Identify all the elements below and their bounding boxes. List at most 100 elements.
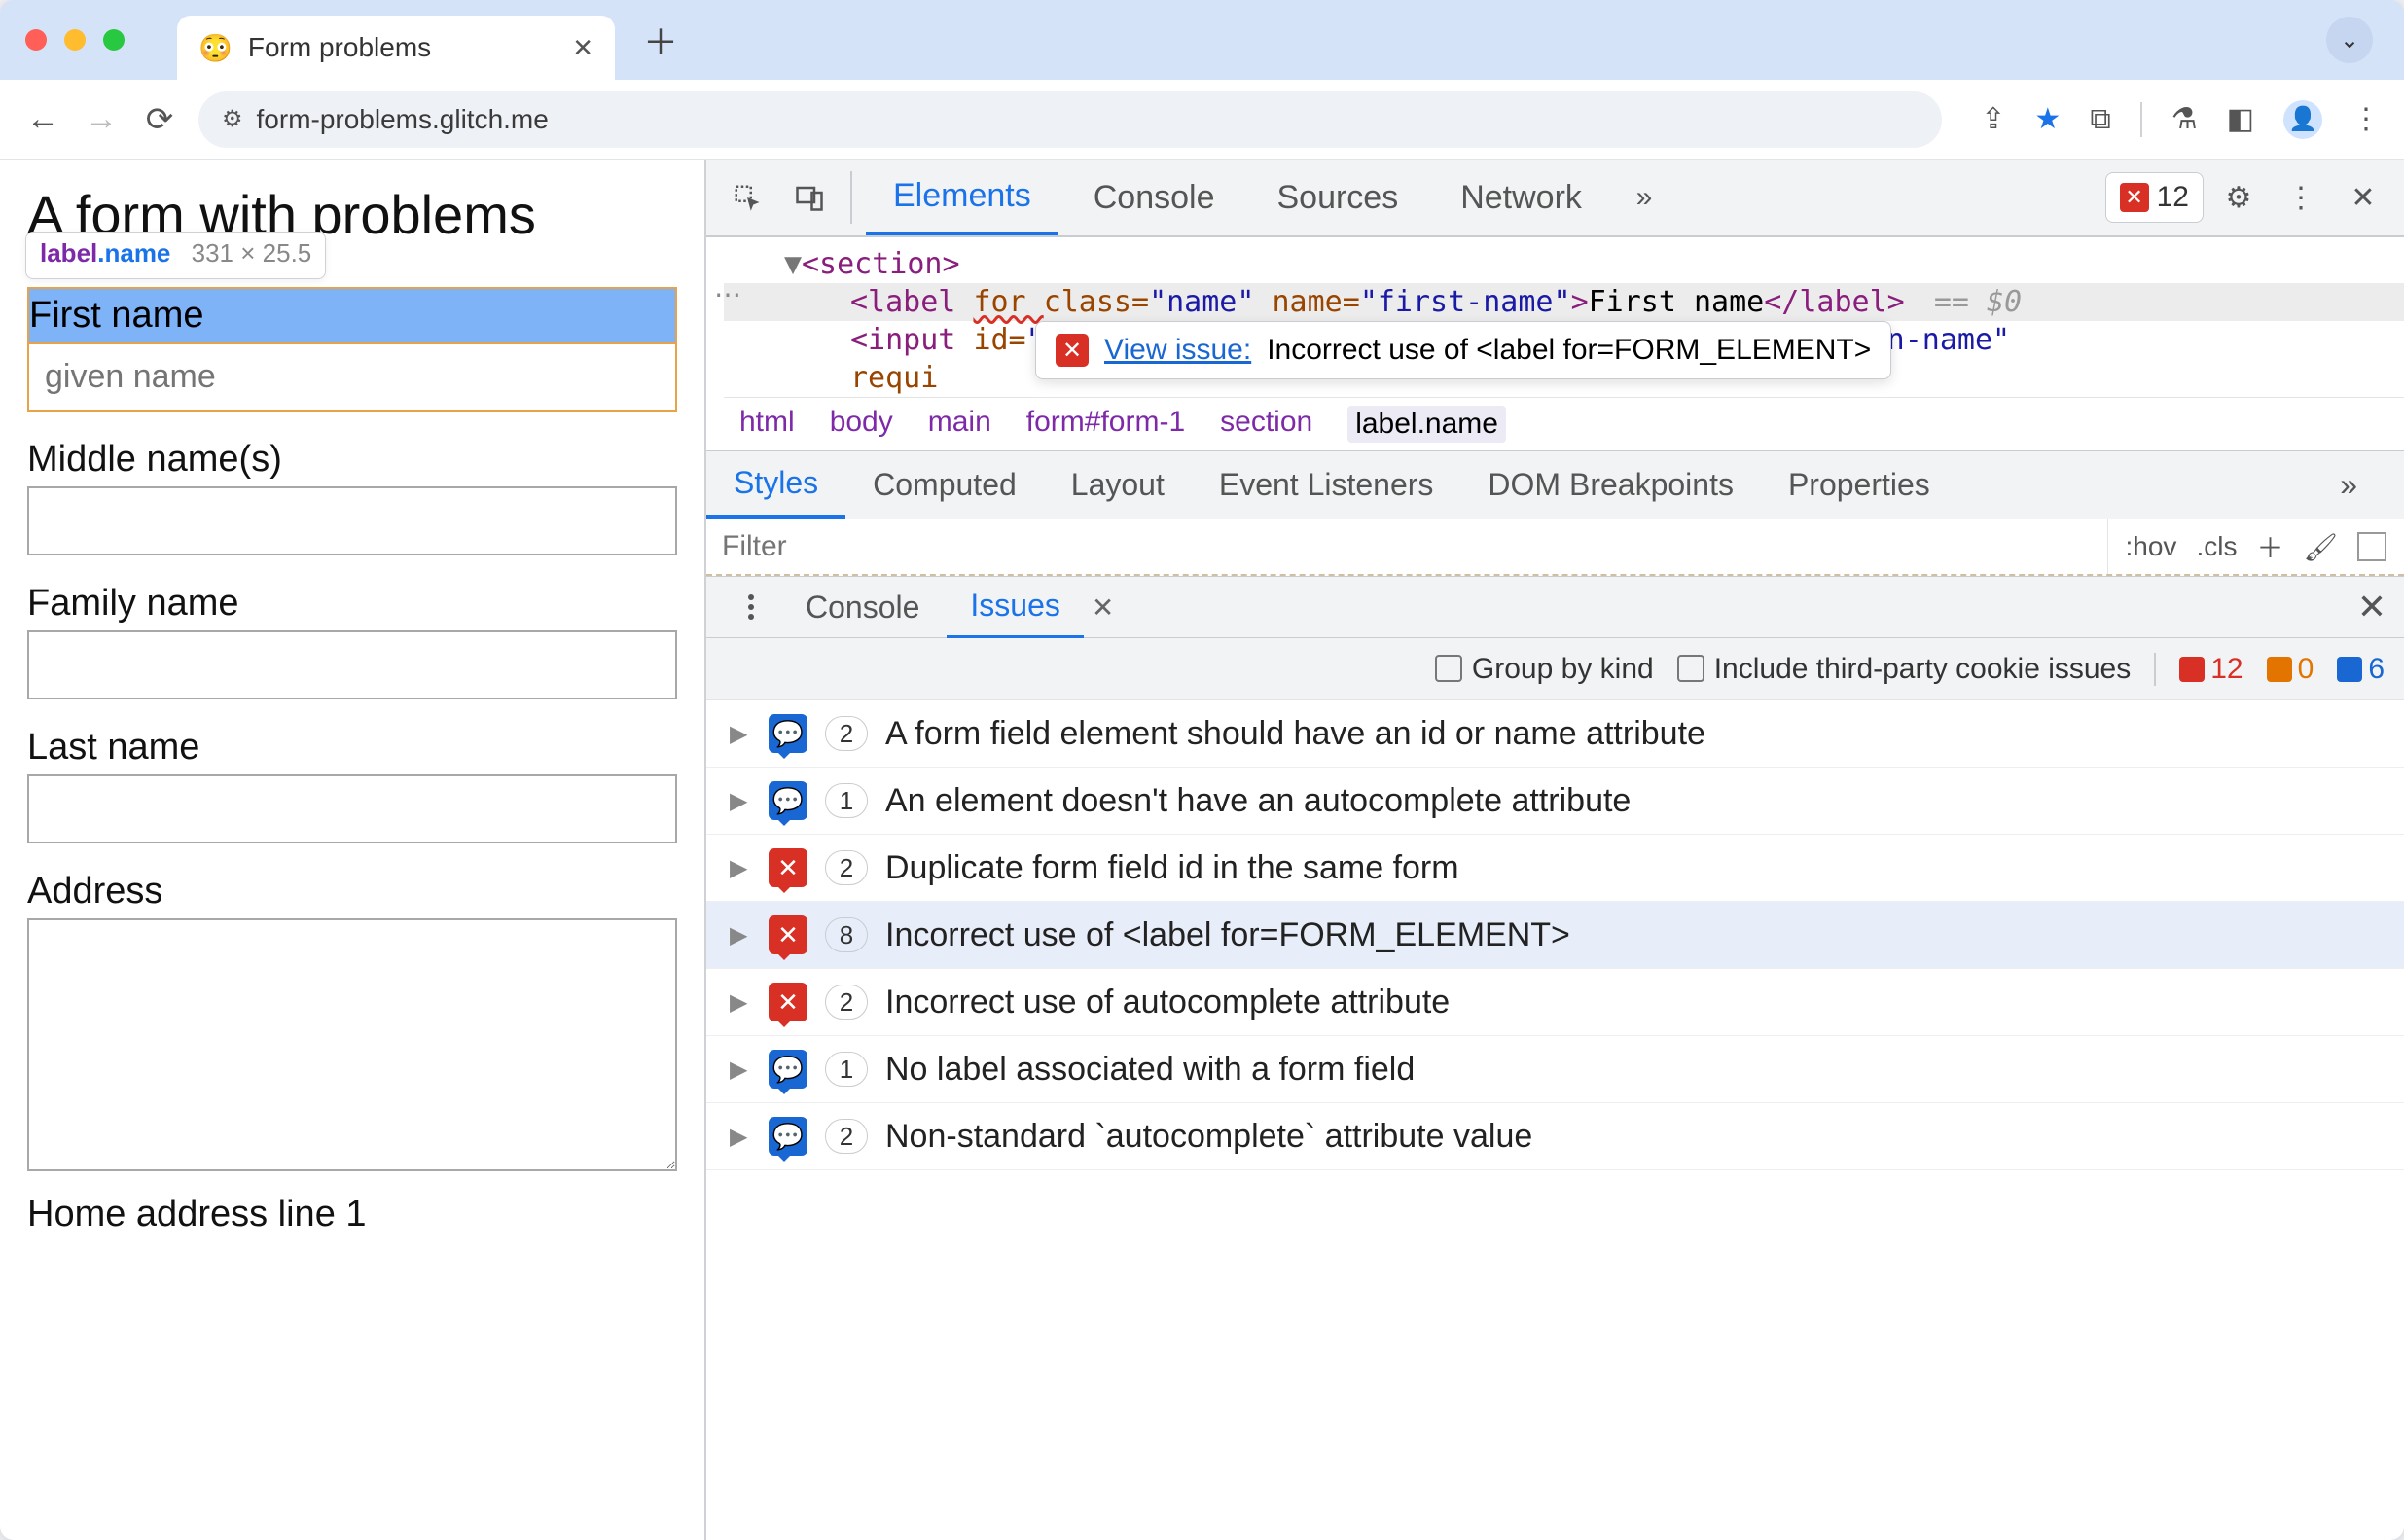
issue-row[interactable]: ▶✕2Incorrect use of autocomplete attribu… xyxy=(706,969,2404,1036)
subtab-event-listeners[interactable]: Event Listeners xyxy=(1192,453,1461,517)
omnibox[interactable]: ⚙︎ form-problems.glitch.me xyxy=(198,91,1942,148)
expand-arrow-icon[interactable]: ▶ xyxy=(730,921,751,949)
hov-toggle[interactable]: :hov xyxy=(2126,531,2177,562)
window-minimize-icon[interactable] xyxy=(64,29,86,51)
new-rule-icon[interactable]: ＋ xyxy=(2256,527,2283,566)
home-address-1-field: Home address line 1 xyxy=(27,1194,677,1236)
breadcrumb-item[interactable]: main xyxy=(928,406,991,443)
tabs-overflow-icon[interactable]: » xyxy=(1617,160,1671,235)
issues-warning-count[interactable]: 0 xyxy=(2267,653,2314,686)
tab-sources[interactable]: Sources xyxy=(1249,160,1425,235)
expand-arrow-icon[interactable]: ▶ xyxy=(730,720,751,748)
menu-kebab-icon[interactable]: ⋮ xyxy=(2351,102,2381,136)
issue-title: Incorrect use of autocomplete attribute xyxy=(885,984,1450,1021)
issue-row[interactable]: ▶💬2Non-standard `autocomplete` attribute… xyxy=(706,1103,2404,1170)
tooltip-tag: label xyxy=(40,238,97,268)
window-close-icon[interactable] xyxy=(25,29,47,51)
tab-network[interactable]: Network xyxy=(1433,160,1609,235)
middle-name-input[interactable] xyxy=(27,486,677,555)
subtabs-overflow-icon[interactable]: » xyxy=(2313,453,2385,517)
site-settings-icon[interactable]: ⚙︎ xyxy=(222,105,243,133)
new-tab-button[interactable]: ＋ xyxy=(638,18,683,62)
expand-arrow-icon[interactable]: ▶ xyxy=(730,1123,751,1151)
drawer-tab-close-icon[interactable]: ✕ xyxy=(1092,591,1114,624)
share-icon[interactable]: ⇪ xyxy=(1981,102,2005,136)
expand-arrow-icon[interactable]: ▶ xyxy=(730,854,751,882)
labs-icon[interactable]: ⚗ xyxy=(2171,102,2198,136)
subtab-dom-breakpoints[interactable]: DOM Breakpoints xyxy=(1460,453,1761,517)
device-toolbar-icon[interactable] xyxy=(782,160,837,235)
computed-box-icon[interactable] xyxy=(2357,532,2386,561)
include-3p-checkbox[interactable]: Include third-party cookie issues xyxy=(1677,653,2132,686)
expand-arrow-icon[interactable]: ▼ xyxy=(784,247,802,281)
subtab-layout[interactable]: Layout xyxy=(1044,453,1192,517)
tab-console[interactable]: Console xyxy=(1066,160,1242,235)
tab-elements[interactable]: Elements xyxy=(866,160,1058,235)
drawer-tab-console[interactable]: Console xyxy=(782,578,943,637)
dom-line-selected[interactable]: <label for class="name" name="first-name… xyxy=(724,283,2404,321)
dom-line[interactable]: ▼ <section> xyxy=(724,245,2404,283)
error-count-pill[interactable]: ✕ 12 xyxy=(2105,172,2204,223)
expand-arrow-icon[interactable]: ▶ xyxy=(730,787,751,815)
group-by-kind-checkbox[interactable]: Group by kind xyxy=(1435,653,1654,686)
view-issue-link[interactable]: View issue: xyxy=(1104,334,1251,367)
drawer-close-icon[interactable]: ✕ xyxy=(2357,587,2386,627)
issue-row[interactable]: ▶✕8Incorrect use of <label for=FORM_ELEM… xyxy=(706,902,2404,969)
browser-tab[interactable]: 😳 Form problems ✕ xyxy=(177,16,615,80)
issue-row[interactable]: ▶💬1An element doesn't have an autocomple… xyxy=(706,768,2404,835)
sidepanel-icon[interactable]: ◧ xyxy=(2227,102,2254,136)
drawer-tab-issues[interactable]: Issues xyxy=(947,576,1083,639)
info-category-icon: 💬 xyxy=(769,1050,807,1089)
tabstrip-overflow-icon[interactable]: ⌄ xyxy=(2326,17,2373,63)
address-textarea[interactable] xyxy=(27,918,677,1171)
window-zoom-icon[interactable] xyxy=(103,29,125,51)
reload-button[interactable]: ⟳ xyxy=(140,100,179,139)
back-button[interactable]: ← xyxy=(23,100,62,138)
browser-window: 😳 Form problems ✕ ＋ ⌄ ← → ⟳ ⚙︎ form-prob… xyxy=(0,0,2404,1540)
expand-arrow-icon[interactable]: ▶ xyxy=(730,988,751,1017)
devtools-menu-icon[interactable]: ⋮ xyxy=(2274,160,2328,235)
paint-icon[interactable]: 🖌 xyxy=(2303,531,2338,563)
dom-token: <section> xyxy=(802,247,960,281)
last-name-input[interactable] xyxy=(27,774,677,843)
drawer-menu-icon[interactable] xyxy=(724,594,778,620)
family-name-input[interactable] xyxy=(27,630,677,699)
devtools-tabbar: Elements Console Sources Network » ✕ 12 … xyxy=(706,160,2404,237)
breadcrumb-item[interactable]: section xyxy=(1220,406,1312,443)
breadcrumb-item-active[interactable]: label.name xyxy=(1347,406,1506,443)
rendered-page: A form with problems label.name 331 × 25… xyxy=(0,160,706,1540)
first-name-input[interactable] xyxy=(27,344,677,412)
browser-toolbar: ← → ⟳ ⚙︎ form-problems.glitch.me ⇪ ★ ⧉ ⚗… xyxy=(0,80,2404,160)
breadcrumb-item[interactable]: body xyxy=(830,406,893,443)
error-category-icon: ✕ xyxy=(769,915,807,954)
breadcrumb-item[interactable]: form#form-1 xyxy=(1026,406,1185,443)
expand-arrow-icon[interactable]: ▶ xyxy=(730,1056,751,1084)
element-inspect-tooltip: label.name 331 × 25.5 xyxy=(25,232,326,279)
issues-info-count[interactable]: 6 xyxy=(2337,653,2385,686)
subtab-styles[interactable]: Styles xyxy=(706,451,845,519)
tabbar-divider xyxy=(850,171,852,224)
issues-error-count[interactable]: 12 xyxy=(2179,653,2243,686)
breadcrumb-item[interactable]: html xyxy=(739,406,795,443)
error-count: 12 xyxy=(2157,181,2189,214)
styles-filter-input[interactable] xyxy=(706,519,2107,574)
bookmark-icon[interactable]: ★ xyxy=(2034,102,2061,136)
dom-token: <input xyxy=(850,323,955,357)
inspect-element-icon[interactable] xyxy=(720,160,774,235)
omnibox-url[interactable]: form-problems.glitch.me xyxy=(257,104,1920,135)
dom-token: > xyxy=(1571,285,1589,319)
issue-row[interactable]: ▶💬2A form field element should have an i… xyxy=(706,700,2404,768)
profile-avatar-icon[interactable]: 👤 xyxy=(2283,100,2322,139)
extensions-icon[interactable]: ⧉ xyxy=(2090,103,2110,136)
settings-gear-icon[interactable]: ⚙ xyxy=(2211,160,2266,235)
subtab-properties[interactable]: Properties xyxy=(1761,453,1957,517)
issue-row[interactable]: ▶✕2Duplicate form field id in the same f… xyxy=(706,835,2404,902)
subtab-computed[interactable]: Computed xyxy=(845,453,1044,517)
devtools-close-icon[interactable]: ✕ xyxy=(2336,160,2390,235)
info-category-icon: 💬 xyxy=(769,1117,807,1156)
tab-close-icon[interactable]: ✕ xyxy=(572,33,593,63)
issue-row[interactable]: ▶💬1No label associated with a form field xyxy=(706,1036,2404,1103)
last-name-field: Last name xyxy=(27,727,677,843)
issue-title: Duplicate form field id in the same form xyxy=(885,849,1459,887)
cls-toggle[interactable]: .cls xyxy=(2196,531,2237,562)
